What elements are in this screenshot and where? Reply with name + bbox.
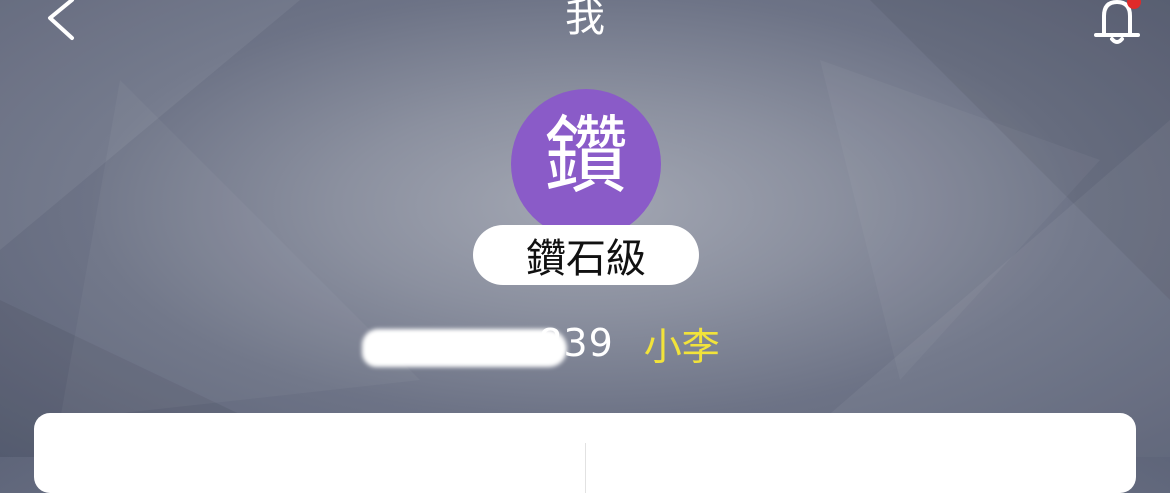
notification-button[interactable] <box>1082 0 1152 50</box>
top-bar: 我 <box>0 0 1170 60</box>
avatar[interactable]: 鑽 <box>511 89 661 239</box>
phone-redaction-mask <box>362 329 567 367</box>
bell-icon <box>1094 0 1141 44</box>
user-info: 1234567839 小李 <box>362 315 720 371</box>
nickname[interactable]: 小李 <box>644 316 720 371</box>
phone-number-container: 1234567839 <box>362 321 614 367</box>
membership-level-badge: 鑽石級 <box>473 225 699 285</box>
stats-card <box>34 413 1136 493</box>
avatar-text: 鑽 <box>543 107 628 205</box>
page-title: 我 <box>565 0 605 41</box>
card-divider <box>585 443 586 493</box>
